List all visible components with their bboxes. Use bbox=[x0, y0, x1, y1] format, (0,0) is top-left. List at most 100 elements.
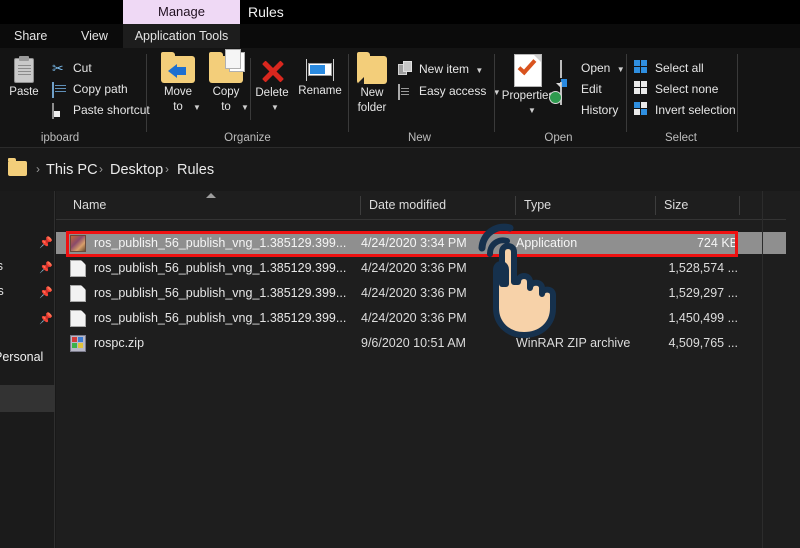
select-all-button[interactable]: Select all bbox=[634, 59, 704, 77]
properties-label: Properties bbox=[500, 90, 556, 102]
sidebar-item-3[interactable]: ts bbox=[0, 282, 4, 300]
group-label-new: New bbox=[348, 132, 491, 144]
edit-button[interactable]: Edit bbox=[560, 80, 602, 98]
file-name: ros_publish_56_publish_vng_1.385129.399.… bbox=[94, 282, 346, 304]
new-item-label: New item bbox=[419, 60, 469, 78]
title-tab-strip: Manage Rules bbox=[0, 0, 800, 24]
column-header-name[interactable]: Name bbox=[64, 191, 360, 220]
column-header-size[interactable]: Size bbox=[655, 191, 739, 220]
sidebar-group-personal[interactable]: Personal bbox=[0, 348, 43, 366]
paste-shortcut-button[interactable]: Paste shortcut bbox=[52, 101, 150, 119]
file-name: ros_publish_56_publish_vng_1.385129.399.… bbox=[94, 232, 346, 254]
file-date: 9/6/2020 10:51 AM bbox=[361, 332, 466, 354]
edit-icon bbox=[560, 81, 576, 97]
table-row[interactable]: ros_publish_56_publish_vng_1.385129.399.… bbox=[56, 282, 800, 304]
file-size: 4,509,765 ... bbox=[616, 332, 738, 354]
new-folder-label2: folder bbox=[350, 102, 394, 114]
cut-button[interactable]: ✂ Cut bbox=[52, 59, 92, 77]
breadcrumb-separator-icon[interactable]: › bbox=[99, 162, 103, 176]
vertical-scrollbar[interactable] bbox=[786, 191, 800, 548]
delete-x-icon bbox=[258, 58, 286, 84]
copy-to-label: Copy bbox=[204, 86, 248, 98]
copy-path-button[interactable]: Copy path bbox=[52, 80, 128, 98]
document-icon bbox=[70, 285, 86, 302]
hand-pointer-cursor-icon bbox=[466, 222, 606, 347]
column-header-date-modified[interactable]: Date modified bbox=[360, 191, 515, 220]
file-date: 4/24/2020 3:36 PM bbox=[361, 257, 467, 279]
sidebar-item-selected[interactable] bbox=[0, 385, 55, 412]
copy-to-chevron-down-icon[interactable]: ▼ bbox=[241, 103, 249, 112]
move-to-folder-icon bbox=[161, 56, 195, 83]
breadcrumb-this-pc[interactable]: This PC bbox=[46, 161, 98, 179]
document-icon bbox=[70, 310, 86, 327]
open-label: Open bbox=[581, 59, 610, 77]
copy-to-folder-icon bbox=[209, 56, 243, 83]
paste-label: Paste bbox=[2, 86, 46, 98]
file-date: 4/24/2020 3:34 PM bbox=[361, 232, 467, 254]
breadcrumb-separator-icon[interactable]: › bbox=[36, 162, 40, 176]
new-folder-icon bbox=[357, 56, 387, 84]
table-row[interactable]: ros_publish_56_publish_vng_1.385129.399.… bbox=[56, 232, 800, 254]
table-row[interactable]: rospc.zip 9/6/2020 10:51 AM WinRAR ZIP a… bbox=[56, 332, 800, 354]
column-header-row: Name Date modified Type Size bbox=[56, 191, 800, 220]
folder-icon bbox=[8, 161, 27, 176]
zip-archive-icon bbox=[70, 335, 86, 352]
move-to-chevron-down-icon[interactable]: ▼ bbox=[193, 103, 201, 112]
easy-access-label: Easy access bbox=[419, 82, 486, 100]
select-none-button[interactable]: Select none bbox=[634, 80, 718, 98]
select-all-label: Select all bbox=[655, 59, 704, 77]
tab-share[interactable]: Share bbox=[6, 24, 55, 48]
pin-icon: 📌 bbox=[39, 314, 50, 325]
pin-icon: 📌 bbox=[39, 288, 50, 299]
ribbon-divider bbox=[146, 54, 147, 132]
easy-access-button[interactable]: Easy access ▼ bbox=[398, 82, 501, 100]
new-folder-button[interactable]: New folder bbox=[350, 56, 394, 114]
ribbon: Paste ✂ Cut Copy path Paste shortcut ipb… bbox=[0, 48, 800, 148]
table-row[interactable]: ros_publish_56_publish_vng_1.385129.399.… bbox=[56, 307, 800, 329]
open-button[interactable]: Open ▼ bbox=[560, 59, 625, 77]
scissors-icon: ✂ bbox=[52, 60, 68, 76]
copy-path-label: Copy path bbox=[73, 80, 128, 98]
column-divider[interactable] bbox=[739, 196, 740, 215]
breadcrumb-separator-icon[interactable]: › bbox=[165, 162, 169, 176]
navigation-pane: s 📌 ls 📌 ts 📌 📌 Personal bbox=[0, 191, 55, 548]
properties-icon bbox=[514, 54, 542, 87]
group-label-organize: Organize bbox=[150, 132, 345, 144]
open-chevron-down-icon[interactable]: ▼ bbox=[617, 65, 625, 74]
history-button[interactable]: History bbox=[560, 101, 618, 119]
pin-icon: 📌 bbox=[39, 263, 50, 274]
new-item-button[interactable]: New item ▼ bbox=[398, 60, 483, 78]
new-item-chevron-down-icon[interactable]: ▼ bbox=[475, 66, 483, 75]
group-label-clipboard: ipboard bbox=[0, 132, 120, 144]
file-list-view: Name Date modified Type Size ros_publish… bbox=[56, 191, 800, 548]
copy-path-icon bbox=[52, 81, 68, 97]
properties-chevron-down-icon[interactable]: ▼ bbox=[528, 106, 536, 115]
cut-label: Cut bbox=[73, 59, 92, 77]
breadcrumb-rules[interactable]: Rules bbox=[177, 161, 214, 179]
breadcrumb-desktop[interactable]: Desktop bbox=[110, 161, 163, 179]
ribbon-divider bbox=[626, 54, 627, 132]
table-row[interactable]: ros_publish_56_publish_vng_1.385129.399.… bbox=[56, 257, 800, 279]
tab-application-tools[interactable]: Application Tools bbox=[123, 24, 240, 48]
contextual-tab-manage-label[interactable]: Manage bbox=[123, 0, 240, 24]
file-size: 1,529,297 ... bbox=[616, 282, 738, 304]
select-none-label: Select none bbox=[655, 80, 718, 98]
file-date: 4/24/2020 3:36 PM bbox=[361, 307, 467, 329]
rename-button[interactable]: Rename bbox=[296, 58, 344, 97]
tab-view[interactable]: View bbox=[73, 24, 116, 48]
file-size: 1,528,574 ... bbox=[616, 257, 738, 279]
paste-button[interactable]: Paste bbox=[2, 58, 46, 98]
open-icon bbox=[560, 60, 576, 76]
history-icon bbox=[560, 102, 576, 118]
column-header-type[interactable]: Type bbox=[515, 191, 655, 220]
ribbon-divider bbox=[737, 54, 738, 132]
group-label-open: Open bbox=[494, 132, 623, 144]
sidebar-item-2[interactable]: ls bbox=[0, 257, 3, 275]
delete-chevron-down-icon[interactable]: ▼ bbox=[271, 103, 279, 112]
group-label-select: Select bbox=[626, 132, 736, 144]
delete-button[interactable]: Delete bbox=[251, 58, 293, 99]
address-bar[interactable]: › This PC › Desktop › Rules bbox=[0, 149, 800, 191]
invert-selection-button[interactable]: Invert selection bbox=[634, 101, 736, 119]
properties-button[interactable]: Properties bbox=[500, 54, 556, 102]
file-date: 4/24/2020 3:36 PM bbox=[361, 282, 467, 304]
